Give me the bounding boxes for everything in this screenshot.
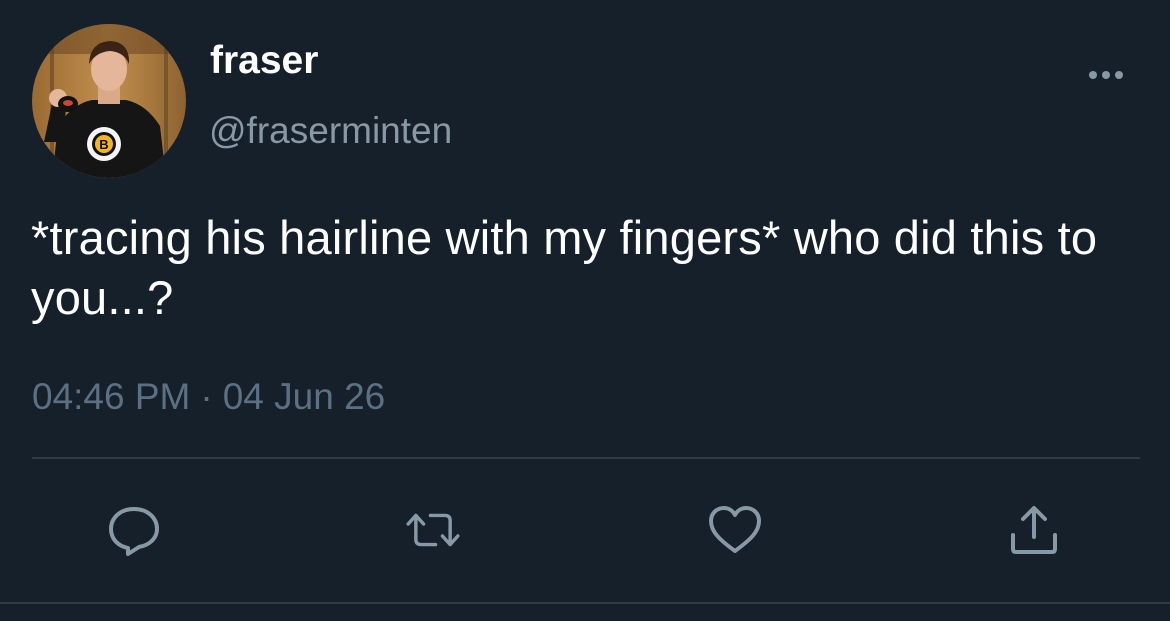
ellipsis-icon	[1089, 71, 1123, 79]
tweet-timestamp[interactable]: 04:46 PM · 04 Jun 26	[32, 376, 385, 418]
tweet-date: 04 Jun 26	[222, 376, 386, 417]
tweet-card: B fraser @fraserminten *tracing his hair…	[0, 0, 1170, 621]
avatar[interactable]: B	[32, 24, 186, 178]
tweet-text: *tracing his hairline with my fingers* w…	[31, 211, 1098, 324]
share-button[interactable]	[1004, 500, 1064, 560]
timestamp-separator: ·	[200, 376, 213, 417]
retweet-icon	[406, 513, 460, 547]
heart-icon	[709, 506, 761, 553]
bottom-divider	[0, 602, 1170, 604]
speech-bubble-icon	[109, 507, 159, 556]
author-name[interactable]: fraser	[210, 39, 318, 83]
divider	[32, 457, 1140, 459]
reply-button[interactable]	[104, 500, 164, 560]
profile-photo-icon: B	[32, 24, 186, 178]
share-upload-icon	[1011, 506, 1057, 554]
retweet-button[interactable]	[403, 500, 463, 560]
like-button[interactable]	[705, 500, 765, 560]
more-options-button[interactable]	[1086, 63, 1128, 87]
author-handle[interactable]: @fraserminten	[209, 110, 452, 152]
tweet-time: 04:46 PM	[32, 376, 191, 417]
svg-text:B: B	[99, 137, 108, 152]
